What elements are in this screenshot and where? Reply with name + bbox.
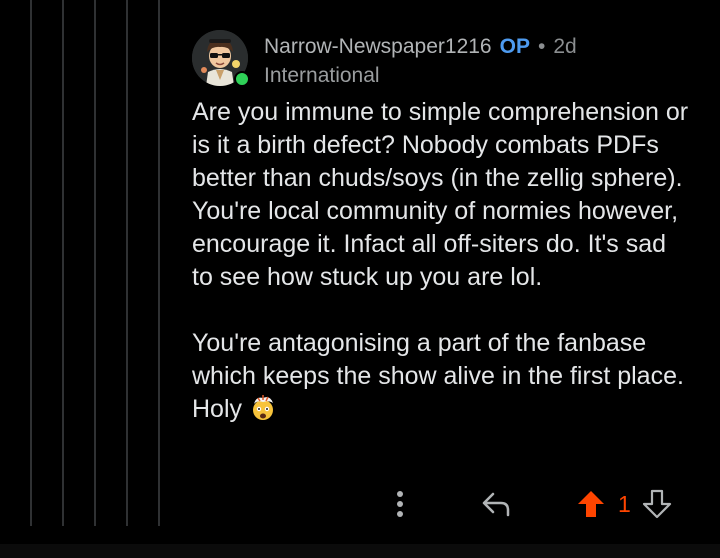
separator-dot: •: [537, 35, 546, 58]
comment-age: 2d: [553, 35, 577, 58]
vote-count: 1: [618, 490, 631, 517]
thread-line-1[interactable]: [30, 0, 32, 526]
reply-button[interactable]: [480, 488, 512, 520]
reply-icon: [482, 492, 510, 517]
upvote-arrow-icon: [578, 491, 604, 517]
comment-body: Are you immune to simple comprehension o…: [192, 96, 692, 426]
author-name[interactable]: Narrow-Newspaper1216: [264, 32, 492, 61]
more-options-button[interactable]: [384, 488, 416, 520]
downvote-arrow-icon: [642, 489, 671, 519]
op-badge: OP: [499, 35, 530, 58]
comment: Narrow-Newspaper1216 OP • 2d Internation…: [192, 28, 692, 426]
bottom-bar: [0, 544, 720, 558]
user-flair: International: [264, 64, 380, 87]
comment-header: Narrow-Newspaper1216 OP • 2d Internation…: [192, 28, 692, 92]
thread-line-4[interactable]: [126, 0, 128, 526]
thread-line-5[interactable]: [158, 0, 160, 526]
comment-meta: Narrow-Newspaper1216 OP • 2d Internation…: [264, 32, 577, 90]
comment-paragraph-2: You're antagonising a part of the fanbas…: [192, 327, 692, 426]
comment-actions: 1: [384, 488, 673, 520]
online-status-dot: [234, 71, 250, 87]
more-options-icon: [397, 491, 403, 517]
exploding-head-emoji-icon: [249, 394, 277, 422]
thread-line-3[interactable]: [94, 0, 96, 526]
upvote-button[interactable]: [574, 488, 608, 520]
downvote-button[interactable]: [641, 488, 673, 520]
comment-paragraph-1: Are you immune to simple comprehension o…: [192, 98, 689, 291]
thread-line-2[interactable]: [62, 0, 64, 526]
